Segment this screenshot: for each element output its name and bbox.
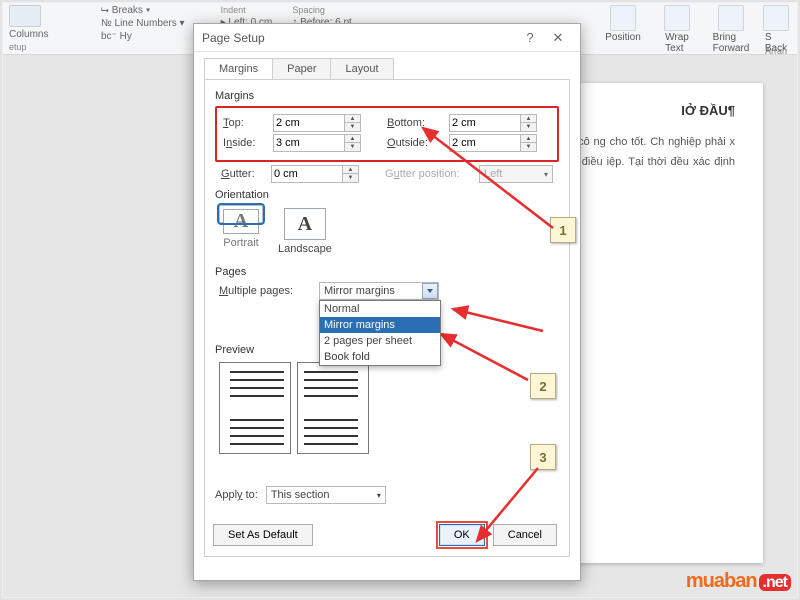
top-label: Top: — [223, 117, 269, 129]
multiple-pages-label: Multiple pages: — [219, 285, 311, 297]
help-button[interactable]: ? — [516, 27, 544, 49]
gutter-pos-select: Left▾ — [479, 165, 553, 183]
tab-layout[interactable]: Layout — [330, 58, 393, 79]
bottom-spinner[interactable]: ▲▼ — [449, 114, 537, 132]
landscape-icon: A — [284, 208, 326, 240]
option-normal[interactable]: Normal — [320, 301, 440, 317]
margins-group-label: Margins — [215, 90, 559, 102]
orientation-portrait[interactable]: A Portrait — [219, 205, 263, 223]
option-mirror-margins[interactable]: Mirror margins — [320, 317, 440, 333]
set-as-default-button[interactable]: Set As Default — [213, 524, 313, 546]
gutter-pos-label: Gutter position: — [385, 168, 475, 180]
gutter-label: Gutter: — [221, 168, 267, 180]
ok-button[interactable]: OK — [439, 524, 485, 546]
preview-page-left — [219, 362, 291, 454]
setup-group-label: etup — [9, 42, 81, 52]
callout-2: 2 — [530, 373, 556, 399]
outside-spinner[interactable]: ▲▼ — [449, 134, 537, 152]
option-2-per-sheet[interactable]: 2 pages per sheet — [320, 333, 440, 349]
pages-group-label: Pages — [215, 266, 559, 278]
tab-margins[interactable]: Margins — [204, 58, 273, 79]
spacing-label: Spacing — [292, 5, 352, 15]
dialog-title: Page Setup — [202, 24, 265, 52]
preview-page-right — [297, 362, 369, 454]
bottom-label: Bottom: — [387, 117, 445, 129]
multiple-pages-combo[interactable]: Mirror margins Normal Mirror margins 2 p… — [319, 282, 439, 300]
inside-spinner[interactable]: ▲▼ — [273, 134, 361, 152]
margins-highlight-box: Top: ▲▼ Bottom: ▲▼ Inside: ▲▼ Outside: ▲… — [215, 106, 559, 162]
orientation-landscape[interactable]: A Landscape — [275, 205, 335, 258]
outside-label: Outside: — [387, 137, 445, 149]
hyphenation[interactable]: bc⁻ Hy — [101, 31, 185, 42]
page-setup-dialog: Page Setup ? ✕ Margins Paper Layout Marg… — [193, 23, 581, 581]
apply-to-label: Apply to: — [215, 489, 258, 501]
breaks[interactable]: ⮡ Breaks ▾ — [101, 5, 185, 16]
watermark: muaban.net — [686, 570, 791, 593]
columns-icon[interactable] — [9, 5, 41, 27]
callout-3: 3 — [530, 444, 556, 470]
portrait-icon: A — [223, 209, 259, 234]
preview-pages — [219, 362, 559, 454]
indent-label: Indent — [221, 5, 273, 15]
dialog-tabs: Margins Paper Layout — [194, 52, 580, 79]
chevron-down-icon[interactable] — [422, 283, 438, 299]
orientation-group-label: Orientation — [215, 189, 559, 201]
columns-label: Columns — [9, 29, 81, 40]
multiple-pages-dropdown: Normal Mirror margins 2 pages per sheet … — [319, 300, 441, 366]
callout-1: 1 — [550, 217, 576, 243]
apply-to-select[interactable]: This section▾ — [266, 486, 386, 504]
inside-label: Inside: — [223, 137, 269, 149]
gutter-spinner[interactable]: ▲▼ — [271, 165, 359, 183]
cancel-button[interactable]: Cancel — [493, 524, 557, 546]
wrap-text-button[interactable]: WrapText — [653, 5, 701, 54]
position-button[interactable]: Position — [599, 5, 647, 54]
bring-forward-button[interactable]: BringForward — [707, 5, 755, 54]
option-book-fold[interactable]: Book fold — [320, 349, 440, 365]
tab-paper[interactable]: Paper — [272, 58, 331, 79]
close-button[interactable]: ✕ — [544, 27, 572, 49]
line-numbers[interactable]: № Line Numbers ▾ — [101, 18, 185, 29]
top-spinner[interactable]: ▲▼ — [273, 114, 361, 132]
